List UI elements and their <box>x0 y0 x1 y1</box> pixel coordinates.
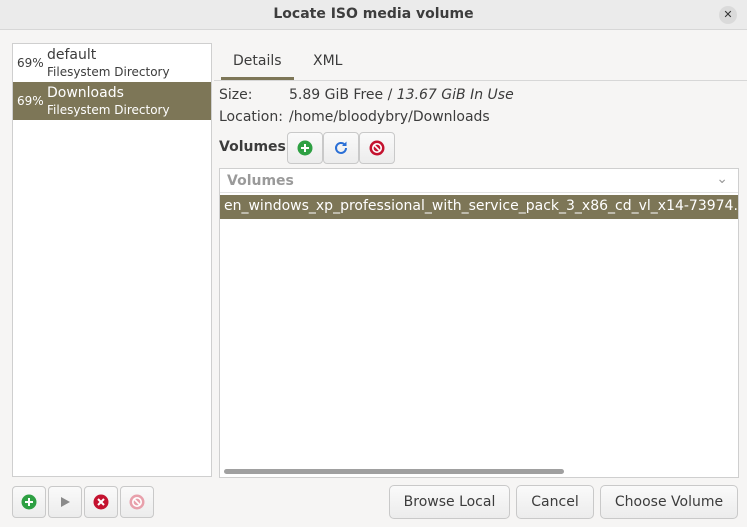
tab-divider <box>214 80 747 81</box>
choose-volume-button[interactable]: Choose Volume <box>600 485 738 519</box>
cancel-button[interactable]: Cancel <box>516 485 594 519</box>
delete-volume-button[interactable] <box>359 132 395 164</box>
add-pool-icon <box>21 494 37 510</box>
volumes-list: Volumes ⌄ en_windows_xp_professional_wit… <box>219 168 739 478</box>
delete-pool-icon <box>129 494 145 510</box>
browse-local-button[interactable]: Browse Local <box>389 485 510 519</box>
tab-xml[interactable]: XML <box>301 46 354 80</box>
pool-item-downloads[interactable]: 69% Downloads Filesystem Directory <box>13 82 211 120</box>
volume-row[interactable]: en_windows_xp_professional_with_service_… <box>220 195 738 219</box>
size-in-use: 13.67 GiB In Use <box>396 87 514 103</box>
location-value: /home/bloodybry/Downloads <box>289 109 490 125</box>
size-value: 5.89 GiB Free / 13.67 GiB In Use <box>289 87 514 103</box>
close-icon[interactable]: ✕ <box>719 6 737 24</box>
volumes-column-header[interactable]: Volumes ⌄ <box>220 169 738 193</box>
pool-name: Downloads <box>47 85 124 101</box>
window-title: Locate ISO media volume <box>273 6 474 22</box>
size-label: Size: <box>219 87 253 103</box>
location-label: Location: <box>219 109 283 125</box>
add-volume-button[interactable] <box>287 132 323 164</box>
pool-item-default[interactable]: 69% default Filesystem Directory <box>13 44 211 82</box>
stop-pool-icon <box>93 494 109 510</box>
add-pool-button[interactable] <box>12 486 46 518</box>
storage-pool-list: 69% default Filesystem Directory 69% Dow… <box>12 43 212 477</box>
pool-usage-percent: 69% <box>17 56 44 70</box>
pool-name: default <box>47 47 97 63</box>
pool-type: Filesystem Directory <box>47 103 170 117</box>
delete-pool-button[interactable] <box>120 486 154 518</box>
stop-pool-button[interactable] <box>84 486 118 518</box>
volumes-label: Volumes <box>219 139 286 155</box>
tab-details[interactable]: Details <box>221 46 294 80</box>
size-free: 5.89 GiB Free / <box>289 87 397 103</box>
pool-usage-percent: 69% <box>17 94 44 108</box>
column-header-label: Volumes <box>227 173 294 189</box>
delete-volume-icon <box>369 140 385 156</box>
refresh-icon <box>335 141 347 154</box>
start-pool-button[interactable] <box>48 486 82 518</box>
refresh-volumes-button[interactable] <box>323 132 359 164</box>
chevron-down-icon: ⌄ <box>716 171 728 187</box>
title-bar: Locate ISO media volume ✕ <box>0 0 747 30</box>
add-volume-icon <box>297 140 313 156</box>
pool-type: Filesystem Directory <box>47 65 170 79</box>
horizontal-scrollbar[interactable] <box>224 469 564 474</box>
start-pool-icon <box>61 497 70 507</box>
